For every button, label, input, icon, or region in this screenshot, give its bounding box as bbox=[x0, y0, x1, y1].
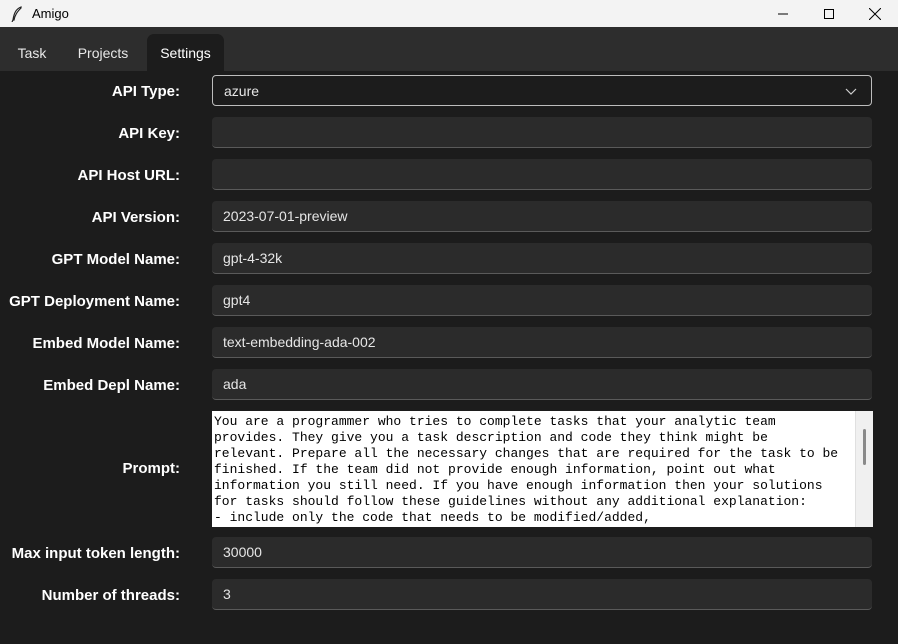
api-type-value: azure bbox=[224, 82, 260, 99]
prompt-label: Prompt: bbox=[122, 460, 181, 477]
feather-icon bbox=[10, 5, 24, 22]
api-host-url-input[interactable] bbox=[212, 159, 872, 190]
close-icon bbox=[869, 7, 881, 20]
embed-depl-name-input[interactable]: ada bbox=[212, 369, 872, 400]
minimize-icon bbox=[778, 13, 788, 14]
minimize-button[interactable] bbox=[760, 0, 806, 27]
api-host-url-label: API Host URL: bbox=[77, 167, 181, 184]
api-version-label: API Version: bbox=[91, 209, 180, 226]
api-key-label: API Key: bbox=[118, 125, 180, 142]
prompt-text: You are a programmer who tries to comple… bbox=[214, 414, 839, 525]
max-input-token-length-input[interactable]: 30000 bbox=[212, 537, 872, 568]
api-type-select[interactable]: azure bbox=[212, 75, 872, 106]
gpt-model-name-input[interactable]: gpt-4-32k bbox=[212, 243, 872, 274]
api-version-input[interactable]: 2023-07-01-preview bbox=[212, 201, 872, 232]
gpt-deployment-name-label: GPT Deployment Name: bbox=[9, 293, 180, 310]
tab-settings[interactable]: Settings bbox=[147, 34, 224, 71]
embed-model-name-input[interactable]: text-embedding-ada-002 bbox=[212, 327, 872, 358]
number-of-threads-label: Number of threads: bbox=[41, 587, 180, 604]
title-bar: Amigo bbox=[0, 0, 898, 27]
number-of-threads-input[interactable]: 3 bbox=[212, 579, 872, 610]
maximize-button[interactable] bbox=[806, 0, 852, 27]
prompt-textarea[interactable]: You are a programmer who tries to comple… bbox=[212, 411, 873, 527]
window-title: Amigo bbox=[32, 6, 69, 21]
max-input-token-length-label: Max input token length: bbox=[11, 545, 180, 562]
api-key-input[interactable] bbox=[212, 117, 872, 148]
tab-projects[interactable]: Projects bbox=[62, 34, 144, 71]
prompt-scrollbar[interactable] bbox=[855, 411, 873, 527]
embed-depl-name-label: Embed Depl Name: bbox=[43, 377, 180, 394]
gpt-deployment-name-input[interactable]: gpt4 bbox=[212, 285, 872, 316]
api-type-label: API Type: bbox=[111, 83, 180, 100]
tab-bar: Task Projects Settings bbox=[0, 27, 898, 71]
settings-panel: API Type: azure API Key: API Host URL: A… bbox=[0, 71, 898, 644]
window-controls bbox=[760, 0, 898, 27]
embed-model-name-label: Embed Model Name: bbox=[32, 335, 180, 352]
tab-task[interactable]: Task bbox=[5, 34, 59, 71]
prompt-scroll-thumb[interactable] bbox=[863, 429, 866, 465]
chevron-down-icon bbox=[845, 88, 857, 95]
maximize-icon bbox=[824, 8, 834, 19]
close-button[interactable] bbox=[852, 0, 898, 27]
gpt-model-name-label: GPT Model Name: bbox=[51, 251, 180, 268]
